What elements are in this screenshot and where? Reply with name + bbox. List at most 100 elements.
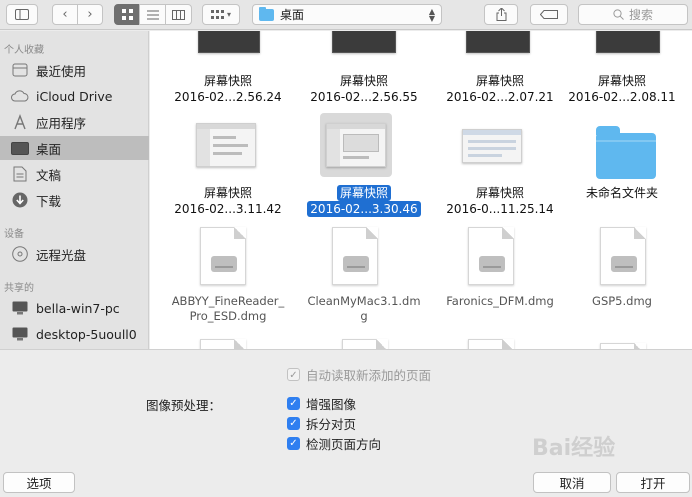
file-name: ABBYY_FineReader_ Pro_ESD.dmg — [171, 294, 285, 323]
sidebar-item-remote-disc[interactable]: 远程光盘 — [0, 242, 149, 266]
options-button[interactable]: 选项 — [3, 472, 75, 493]
file-name: 屏幕快照 2016-02...3.30.46 — [296, 185, 432, 217]
sidebar-item-label: 下载 — [36, 193, 62, 209]
file-item[interactable]: 屏幕快照 2016-02...2.08.11 — [554, 31, 690, 107]
file-name: 屏幕快照 2016-02...2.08.11 — [568, 74, 676, 104]
file-item[interactable]: CleanMyMac3.1.dm g — [296, 227, 432, 331]
cloud-icon — [11, 87, 29, 105]
checkmark-icon: ✓ — [287, 437, 300, 450]
file-name: Faronics_DFM.dmg — [446, 294, 554, 308]
sidebar-item-icloud[interactable]: iCloud Drive — [0, 84, 149, 108]
path-popup[interactable]: 桌面 ▲ ▼ — [252, 4, 442, 25]
sidebar-toggle-button[interactable] — [6, 4, 38, 25]
updown-chevron-icon: ▲ ▼ — [428, 7, 435, 23]
file-name: CleanMyMac3.1.dm g — [307, 294, 421, 323]
enhance-image-checkbox[interactable]: ✓ 增强图像 — [287, 394, 356, 413]
forward-button[interactable]: › — [77, 4, 103, 25]
tag-button[interactable] — [530, 4, 568, 25]
sidebar-item-label: 桌面 — [36, 141, 62, 157]
sidebar-header-favorites: 个人收藏 — [4, 45, 44, 56]
pc-icon — [11, 299, 29, 317]
screenshot-thumbnail — [466, 31, 530, 53]
sidebar-item-label: desktop-5uoull0 — [36, 326, 137, 342]
file-item[interactable]: GSP5.dmg — [554, 227, 690, 331]
detect-orientation-label: 检测页面方向 — [306, 437, 382, 452]
open-button[interactable]: 打开 — [616, 472, 690, 493]
share-icon — [496, 8, 506, 21]
file-item[interactable]: Faronics_DFM.dmg — [432, 227, 568, 331]
file-grid: 屏幕快照 2016-02...2.56.24 屏幕快照 2016-02...2.56… — [150, 31, 692, 349]
recents-icon — [11, 61, 29, 79]
list-icon — [146, 10, 159, 19]
arrange-button[interactable]: ▾ — [202, 4, 240, 25]
auto-read-checkbox[interactable]: ✓ 自动读取新添加的页面 — [287, 365, 431, 384]
file-item-selected[interactable]: 屏幕快照 2016-02...3.30.46 — [296, 113, 432, 221]
sidebar: 个人收藏 最近使用 iCloud Drive 应用程序 桌面 文稿 下载 设备 … — [0, 31, 149, 349]
file-item[interactable]: 屏幕快照 2016-02...2.07.21 — [432, 31, 568, 107]
dmg-file-icon — [600, 227, 646, 285]
sidebar-item-bella-win7-pc[interactable]: bella-win7-pc — [0, 296, 149, 320]
file-name: 屏幕快照 2016-02...3.11.42 — [174, 186, 282, 216]
sidebar-item-applications[interactable]: 应用程序 — [0, 110, 149, 134]
screenshot-thumbnail — [198, 31, 260, 53]
sidebar-icon — [15, 9, 29, 20]
share-button[interactable] — [484, 4, 518, 25]
sidebar-item-label: bella-win7-pc — [36, 300, 120, 316]
search-icon — [613, 9, 624, 20]
watermark: Bai经验 — [532, 436, 616, 461]
sidebar-item-desktop[interactable]: 桌面 — [0, 136, 149, 160]
column-view-button[interactable] — [165, 4, 192, 25]
search-placeholder: 搜索 — [628, 8, 653, 22]
checkmark-icon: ✓ — [287, 368, 300, 381]
dmg-file-icon — [332, 227, 378, 285]
sidebar-item-desktop-5uoull0[interactable]: desktop-5uoull0 — [0, 322, 149, 346]
file-name: 屏幕快照 2016-02...2.07.21 — [446, 74, 554, 104]
cancel-button[interactable]: 取消 — [533, 472, 611, 493]
sidebar-item-recents[interactable]: 最近使用 — [0, 58, 149, 82]
screenshot-thumbnail — [462, 129, 522, 163]
toolbar: ‹ › ▾ 桌面 ▲ ▼ 搜索 — [0, 0, 692, 30]
file-item[interactable]: 屏幕快照 2016-02...2.56.24 — [160, 31, 296, 107]
sidebar-header-devices: 设备 — [4, 229, 24, 240]
file-name: 屏幕快照 2016-0...11.25.14 — [446, 186, 554, 216]
file-name: 未命名文件夹 — [585, 186, 658, 200]
folder-icon — [259, 6, 274, 21]
sidebar-item-label: 最近使用 — [36, 63, 87, 79]
chevron-down-icon: ▾ — [226, 10, 231, 19]
back-button[interactable]: ‹ — [52, 4, 78, 25]
file-name: 屏幕快照 2016-02...2.56.24 — [174, 74, 282, 104]
file-item[interactable]: 屏幕快照 2016-0...11.25.14 — [432, 117, 568, 221]
downloads-icon — [11, 191, 29, 209]
search-field[interactable]: 搜索 — [578, 4, 688, 25]
enhance-image-label: 增强图像 — [306, 397, 357, 412]
dmg-file-icon — [200, 227, 246, 285]
sidebar-item-label: 文稿 — [36, 167, 62, 183]
screenshot-thumbnail — [196, 123, 256, 167]
sidebar-item-label: 应用程序 — [36, 115, 87, 131]
auto-read-label: 自动读取新添加的页面 — [306, 368, 432, 383]
detect-orientation-checkbox[interactable]: ✓ 检测页面方向 — [287, 434, 381, 453]
sidebar-item-documents[interactable]: 文稿 — [0, 162, 149, 186]
sidebar-item-downloads[interactable]: 下载 — [0, 188, 149, 212]
sidebar-item-label: iCloud Drive — [36, 88, 113, 104]
tag-icon — [540, 10, 558, 19]
applications-icon — [11, 113, 29, 131]
disc-icon — [11, 245, 29, 263]
file-item[interactable]: 屏幕快照 2016-02...2.56.55 — [296, 31, 432, 107]
icon-view-button[interactable] — [114, 4, 140, 25]
screenshot-thumbnail — [326, 123, 386, 167]
split-pages-checkbox[interactable]: ✓ 拆分对页 — [287, 414, 356, 433]
file-name: 屏幕快照 2016-02...2.56.55 — [310, 74, 418, 104]
columns-icon — [172, 9, 185, 20]
dmg-file-icon — [468, 227, 514, 285]
sidebar-header-shared: 共享的 — [4, 283, 34, 294]
screenshot-thumbnail — [332, 31, 396, 53]
list-view-button[interactable] — [139, 4, 166, 25]
dmg-file-icon — [468, 339, 514, 349]
folder-item[interactable]: 未命名文件夹 — [554, 117, 690, 221]
file-item[interactable]: ABBYY_FineReader_ Pro_ESD.dmg — [160, 227, 296, 331]
chevron-left-icon: ‹ — [62, 7, 68, 22]
chevron-right-icon: › — [87, 7, 93, 22]
file-item[interactable]: 屏幕快照 2016-02...3.11.42 — [160, 117, 296, 221]
dmg-file-icon — [342, 339, 388, 349]
